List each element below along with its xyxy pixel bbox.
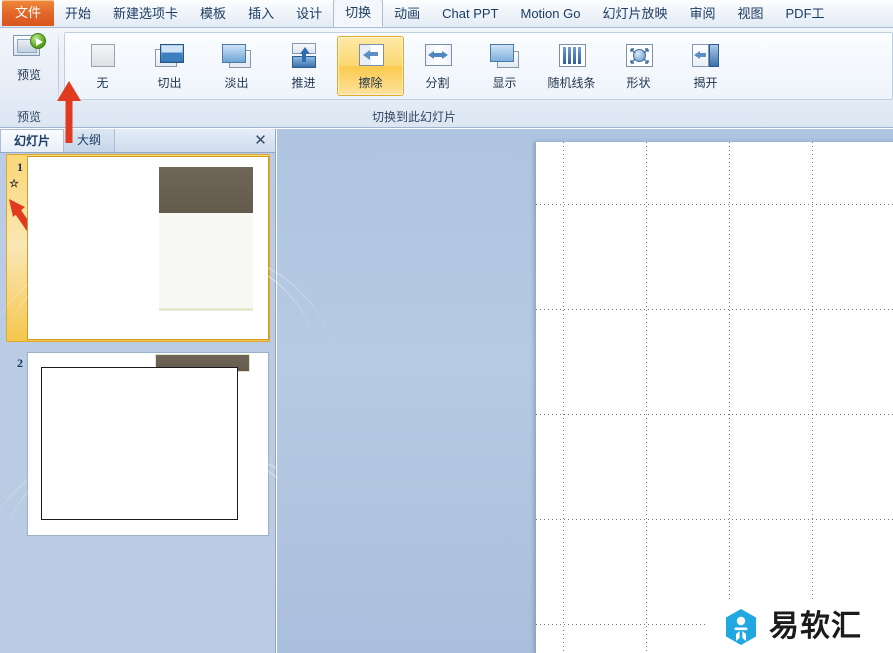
transition-fade-icon bbox=[220, 42, 254, 70]
slide-thumbnail-1[interactable]: 1 ☆ bbox=[0, 154, 337, 345]
transition-push-icon bbox=[287, 42, 321, 70]
tab-new-tab[interactable]: 新建选项卡 bbox=[102, 0, 189, 27]
tab-file[interactable]: 文件 bbox=[2, 0, 55, 26]
transition-uncover[interactable]: 揭开 bbox=[672, 36, 739, 96]
ppt-window: 文件 开始 新建选项卡 模板 插入 设计 切换 动画 Chat PPT Moti… bbox=[0, 0, 893, 653]
tab-template[interactable]: 模板 bbox=[189, 0, 237, 27]
transition-none[interactable]: 无 bbox=[69, 36, 136, 96]
slide-1-number: 1 bbox=[17, 160, 23, 174]
panel-tab-slides[interactable]: 幻灯片 bbox=[0, 129, 65, 152]
transition-uncover-icon bbox=[689, 42, 723, 70]
slide-canvas[interactable] bbox=[536, 142, 893, 653]
tab-view[interactable]: 视图 bbox=[727, 0, 775, 27]
transition-shape-label: 形状 bbox=[626, 75, 651, 90]
transition-random-bars[interactable]: 随机线条 bbox=[538, 36, 605, 96]
transition-none-label: 无 bbox=[96, 75, 109, 90]
transition-push[interactable]: 推进 bbox=[270, 36, 337, 96]
slide-transition-star-icon[interactable]: ☆ bbox=[6, 179, 23, 190]
transition-fade[interactable]: 淡出 bbox=[203, 36, 270, 96]
transition-fade-label: 淡出 bbox=[224, 75, 249, 90]
close-icon[interactable]: ✕ bbox=[252, 132, 269, 149]
transition-reveal-icon bbox=[488, 42, 522, 70]
transition-cut-label: 切出 bbox=[157, 75, 182, 90]
tab-design[interactable]: 设计 bbox=[285, 0, 333, 27]
transition-gallery[interactable]: 无 切出 淡出 推进 擦除 分割 显示 随机线条 形状 揭开 bbox=[64, 32, 893, 100]
tab-animation[interactable]: 动画 bbox=[383, 0, 431, 27]
transition-cut[interactable]: 切出 bbox=[136, 36, 203, 96]
ribbon: 预览 无 切出 淡出 推进 擦除 分割 显示 随机线条 形状 揭开 预览 切换到… bbox=[0, 28, 893, 128]
transitions-group-label-wrap: 切换到此幻灯片 bbox=[0, 106, 893, 127]
transition-shape[interactable]: 形状 bbox=[605, 36, 672, 96]
slide-panel: 幻灯片 大纲 ✕ 1 ☆ 2 bbox=[0, 129, 339, 653]
transition-reveal-label: 显示 bbox=[492, 75, 517, 90]
transition-split[interactable]: 分割 bbox=[404, 36, 471, 96]
tab-review[interactable]: 审阅 bbox=[678, 0, 726, 27]
slide-thumbnail-list[interactable]: 1 ☆ 2 bbox=[0, 153, 339, 653]
ribbon-group-divider bbox=[58, 31, 59, 103]
tab-start[interactable]: 开始 bbox=[54, 0, 102, 27]
transition-wipe[interactable]: 擦除 bbox=[337, 36, 404, 96]
panel-tab-outline[interactable]: 大纲 bbox=[64, 129, 116, 152]
transition-random-bars-icon bbox=[555, 42, 589, 70]
slide-1-preview[interactable] bbox=[0, 157, 337, 339]
slide-1-title-block bbox=[158, 167, 253, 214]
slide-panel-tabs: 幻灯片 大纲 ✕ bbox=[0, 129, 275, 153]
transition-split-label: 分割 bbox=[425, 75, 450, 90]
transition-random-bars-label: 随机线条 bbox=[547, 75, 596, 90]
transition-push-label: 推进 bbox=[291, 75, 316, 90]
tab-chat-ppt[interactable]: Chat PPT bbox=[431, 0, 509, 27]
transition-wipe-icon bbox=[354, 42, 388, 70]
slide-2-content-block bbox=[40, 366, 239, 520]
editor-workspace bbox=[277, 129, 893, 653]
transition-wipe-label: 擦除 bbox=[358, 75, 383, 90]
tab-pdf-tools[interactable]: PDF工 bbox=[775, 0, 836, 27]
transition-uncover-label: 揭开 bbox=[693, 75, 718, 90]
watermark-text: 易软汇 bbox=[769, 609, 862, 644]
hexagon-logo-icon bbox=[726, 609, 756, 645]
tab-insert[interactable]: 插入 bbox=[237, 0, 285, 27]
preview-icon bbox=[12, 33, 46, 63]
transition-shape-icon bbox=[622, 42, 656, 70]
transition-split-icon bbox=[421, 42, 455, 70]
tab-transitions[interactable]: 切换 bbox=[333, 0, 384, 27]
preview-button[interactable]: 预览 bbox=[0, 28, 58, 106]
slide-thumbnail-2[interactable]: 2 bbox=[0, 353, 339, 535]
watermark: 易软汇 bbox=[707, 601, 893, 653]
slide-1-content-block bbox=[158, 213, 253, 312]
preview-button-label: 预览 bbox=[16, 68, 41, 82]
transition-reveal[interactable]: 显示 bbox=[471, 36, 538, 96]
tab-motion-go[interactable]: Motion Go bbox=[509, 0, 591, 27]
tab-slideshow[interactable]: 幻灯片放映 bbox=[591, 0, 678, 27]
ribbon-tabbar: 文件 开始 新建选项卡 模板 插入 设计 切换 动画 Chat PPT Moti… bbox=[0, 0, 893, 28]
transitions-group-label: 切换到此幻灯片 bbox=[371, 110, 456, 124]
transition-none-icon bbox=[86, 42, 120, 70]
slide-2-preview[interactable] bbox=[0, 353, 339, 535]
transition-cut-icon bbox=[153, 42, 187, 70]
